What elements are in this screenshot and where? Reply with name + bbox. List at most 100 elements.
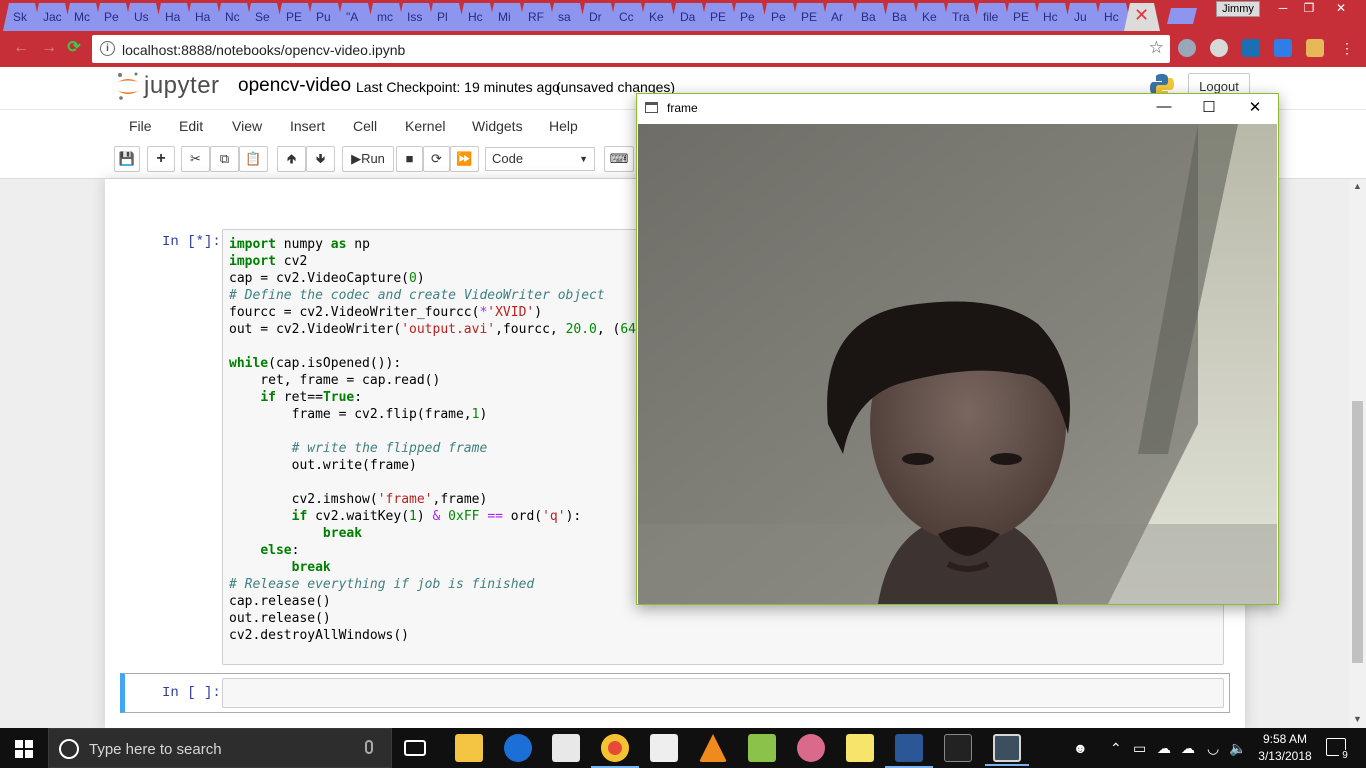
new-tab-button[interactable]	[1167, 8, 1197, 24]
browser-tab-label: Mi	[498, 10, 511, 24]
move-up-button[interactable]: 🢁	[277, 146, 306, 172]
sticky-notes-icon[interactable]	[846, 734, 874, 762]
close-tab-icon[interactable]: ✕	[1134, 5, 1149, 26]
download-extension-icon[interactable]	[1274, 39, 1292, 57]
browser-tab-label: PE	[801, 10, 818, 24]
clock-date: 3/13/2018	[1258, 749, 1312, 763]
menu-cell[interactable]: Cell	[353, 118, 377, 134]
info-icon[interactable]: i	[100, 41, 115, 56]
taskbar-search[interactable]: Type here to search	[48, 728, 392, 768]
tab-active[interactable]: ✕	[1124, 3, 1160, 31]
extension-icon[interactable]	[1210, 39, 1228, 57]
forward-icon[interactable]: →	[40, 39, 58, 57]
command-palette-button[interactable]: ⌨	[604, 146, 634, 172]
minimize-icon[interactable]: —	[1154, 98, 1174, 115]
browser-tab-label: Iss	[407, 10, 423, 24]
run-button[interactable]: ▶​ Run	[342, 146, 394, 172]
move-down-button[interactable]: 🢃	[306, 146, 335, 172]
back-icon[interactable]: ←	[12, 39, 30, 57]
restart-run-all-button[interactable]: ⏩	[450, 146, 479, 172]
edge-icon[interactable]	[504, 734, 532, 762]
menu-view[interactable]: View	[232, 118, 262, 134]
chrome-icon[interactable]	[591, 734, 639, 768]
menu-kernel[interactable]: Kernel	[405, 118, 445, 134]
menu-edit[interactable]: Edit	[179, 118, 203, 134]
clock-time: 9:58 AM	[1262, 732, 1308, 746]
microphone-icon[interactable]	[365, 740, 373, 754]
notebook-name[interactable]: opencv-video	[238, 75, 351, 97]
menu-icon[interactable]: ⋮	[1340, 39, 1354, 57]
copy-button[interactable]: ⧉	[210, 146, 239, 172]
insert-cell-button[interactable]: +	[147, 146, 175, 172]
browser-tab-label: PE	[1013, 10, 1030, 24]
windows-start-icon[interactable]	[15, 740, 33, 758]
menu-widgets[interactable]: Widgets	[472, 118, 523, 134]
browser-tab-label: Jac	[43, 10, 62, 24]
battery-icon[interactable]: ▭	[1133, 740, 1146, 757]
code-editor[interactable]: import numpy as np import cv2 cap = cv2.…	[229, 236, 691, 644]
url-text: localhost:8888/notebooks/opencv-video.ip…	[122, 42, 406, 58]
browser-tab-label: PE	[710, 10, 727, 24]
action-center-icon[interactable]: 9	[1326, 738, 1351, 762]
jupyter-brand[interactable]: jupyter	[144, 72, 220, 100]
file-explorer-icon[interactable]	[455, 734, 483, 762]
extension-icon[interactable]	[1178, 39, 1196, 57]
maximize-icon[interactable]: ☐	[1199, 98, 1219, 116]
browser-tab-label: Tra	[952, 10, 970, 24]
scrollbar-thumb[interactable]	[1352, 401, 1363, 663]
linkedin-extension-icon[interactable]	[1242, 39, 1260, 57]
paint-icon[interactable]	[797, 734, 825, 762]
word-icon[interactable]	[885, 734, 933, 768]
save-button[interactable]: 💾	[114, 146, 140, 172]
cell-type-select[interactable]: Code ▼	[485, 147, 595, 171]
cell-prompt: In [*]:	[162, 234, 221, 250]
minimize-icon[interactable]: ─	[1270, 0, 1296, 18]
menu-file[interactable]: File	[129, 118, 152, 134]
frame-window-titlebar[interactable]: frame — ☐ ✕	[637, 94, 1278, 124]
browser-tab-label: Ha	[195, 10, 211, 24]
browser-tab-label: Pe	[104, 10, 119, 24]
task-view-icon[interactable]	[404, 740, 426, 756]
code-cell-input[interactable]	[222, 678, 1224, 708]
browser-tab-label: Hc	[1104, 10, 1119, 24]
reload-icon[interactable]: ⟳	[65, 39, 83, 57]
mail-icon[interactable]	[650, 734, 678, 762]
opencv-frame-window[interactable]: frame — ☐ ✕	[636, 93, 1279, 605]
close-window-icon[interactable]: ✕	[1326, 0, 1356, 18]
menu-insert[interactable]: Insert	[290, 118, 325, 134]
wifi-icon[interactable]: ◡	[1207, 740, 1219, 757]
close-icon[interactable]: ✕	[1245, 98, 1265, 116]
taskbar-clock[interactable]: 9:58 AM 3/13/2018	[1254, 731, 1316, 765]
browser-tab-label: PE	[286, 10, 303, 24]
scroll-up-icon[interactable]: ▲	[1353, 181, 1362, 191]
bookmark-star-icon[interactable]: ☆	[1149, 38, 1164, 58]
cortana-icon[interactable]	[59, 739, 79, 759]
menu-help[interactable]: Help	[549, 118, 578, 134]
browser-tab-label: Se	[255, 10, 270, 24]
browser-tab-label: Hc	[1043, 10, 1058, 24]
browser-tab-label: Ba	[861, 10, 876, 24]
image-extension-icon[interactable]	[1306, 39, 1324, 57]
paste-button[interactable]: 📋	[239, 146, 268, 172]
people-icon[interactable]: ☻	[1073, 740, 1088, 756]
address-bar[interactable]: i localhost:8888/notebooks/opencv-video.…	[92, 35, 1170, 63]
restart-button[interactable]: ⟳	[423, 146, 450, 172]
python-window-icon[interactable]	[985, 734, 1029, 766]
onedrive-icon[interactable]: ☁	[1157, 740, 1171, 757]
profile-button[interactable]: Jimmy	[1216, 1, 1260, 17]
store-icon[interactable]	[552, 734, 580, 762]
interrupt-button[interactable]: ■	[396, 146, 423, 172]
notepad-icon[interactable]	[748, 734, 776, 762]
chevron-down-icon: ▼	[579, 154, 588, 164]
cloud-upload-icon[interactable]: ☁	[1181, 740, 1195, 757]
command-prompt-icon[interactable]	[944, 734, 972, 762]
cut-button[interactable]: ✂	[181, 146, 210, 172]
vlc-icon[interactable]	[699, 734, 727, 762]
volume-icon[interactable]: 🔈	[1229, 740, 1246, 757]
restore-icon[interactable]: ❐	[1296, 0, 1322, 18]
scroll-down-icon[interactable]: ▼	[1353, 714, 1362, 724]
browser-tab-label: Ar	[831, 10, 843, 24]
windows-taskbar: Type here to search ☻ ⌃ ▭ ☁ ☁ ◡ 🔈 9:58 A…	[0, 728, 1366, 768]
page-scrollbar[interactable]: ▲ ▼	[1349, 179, 1366, 729]
show-hidden-icons[interactable]: ⌃	[1110, 740, 1122, 757]
